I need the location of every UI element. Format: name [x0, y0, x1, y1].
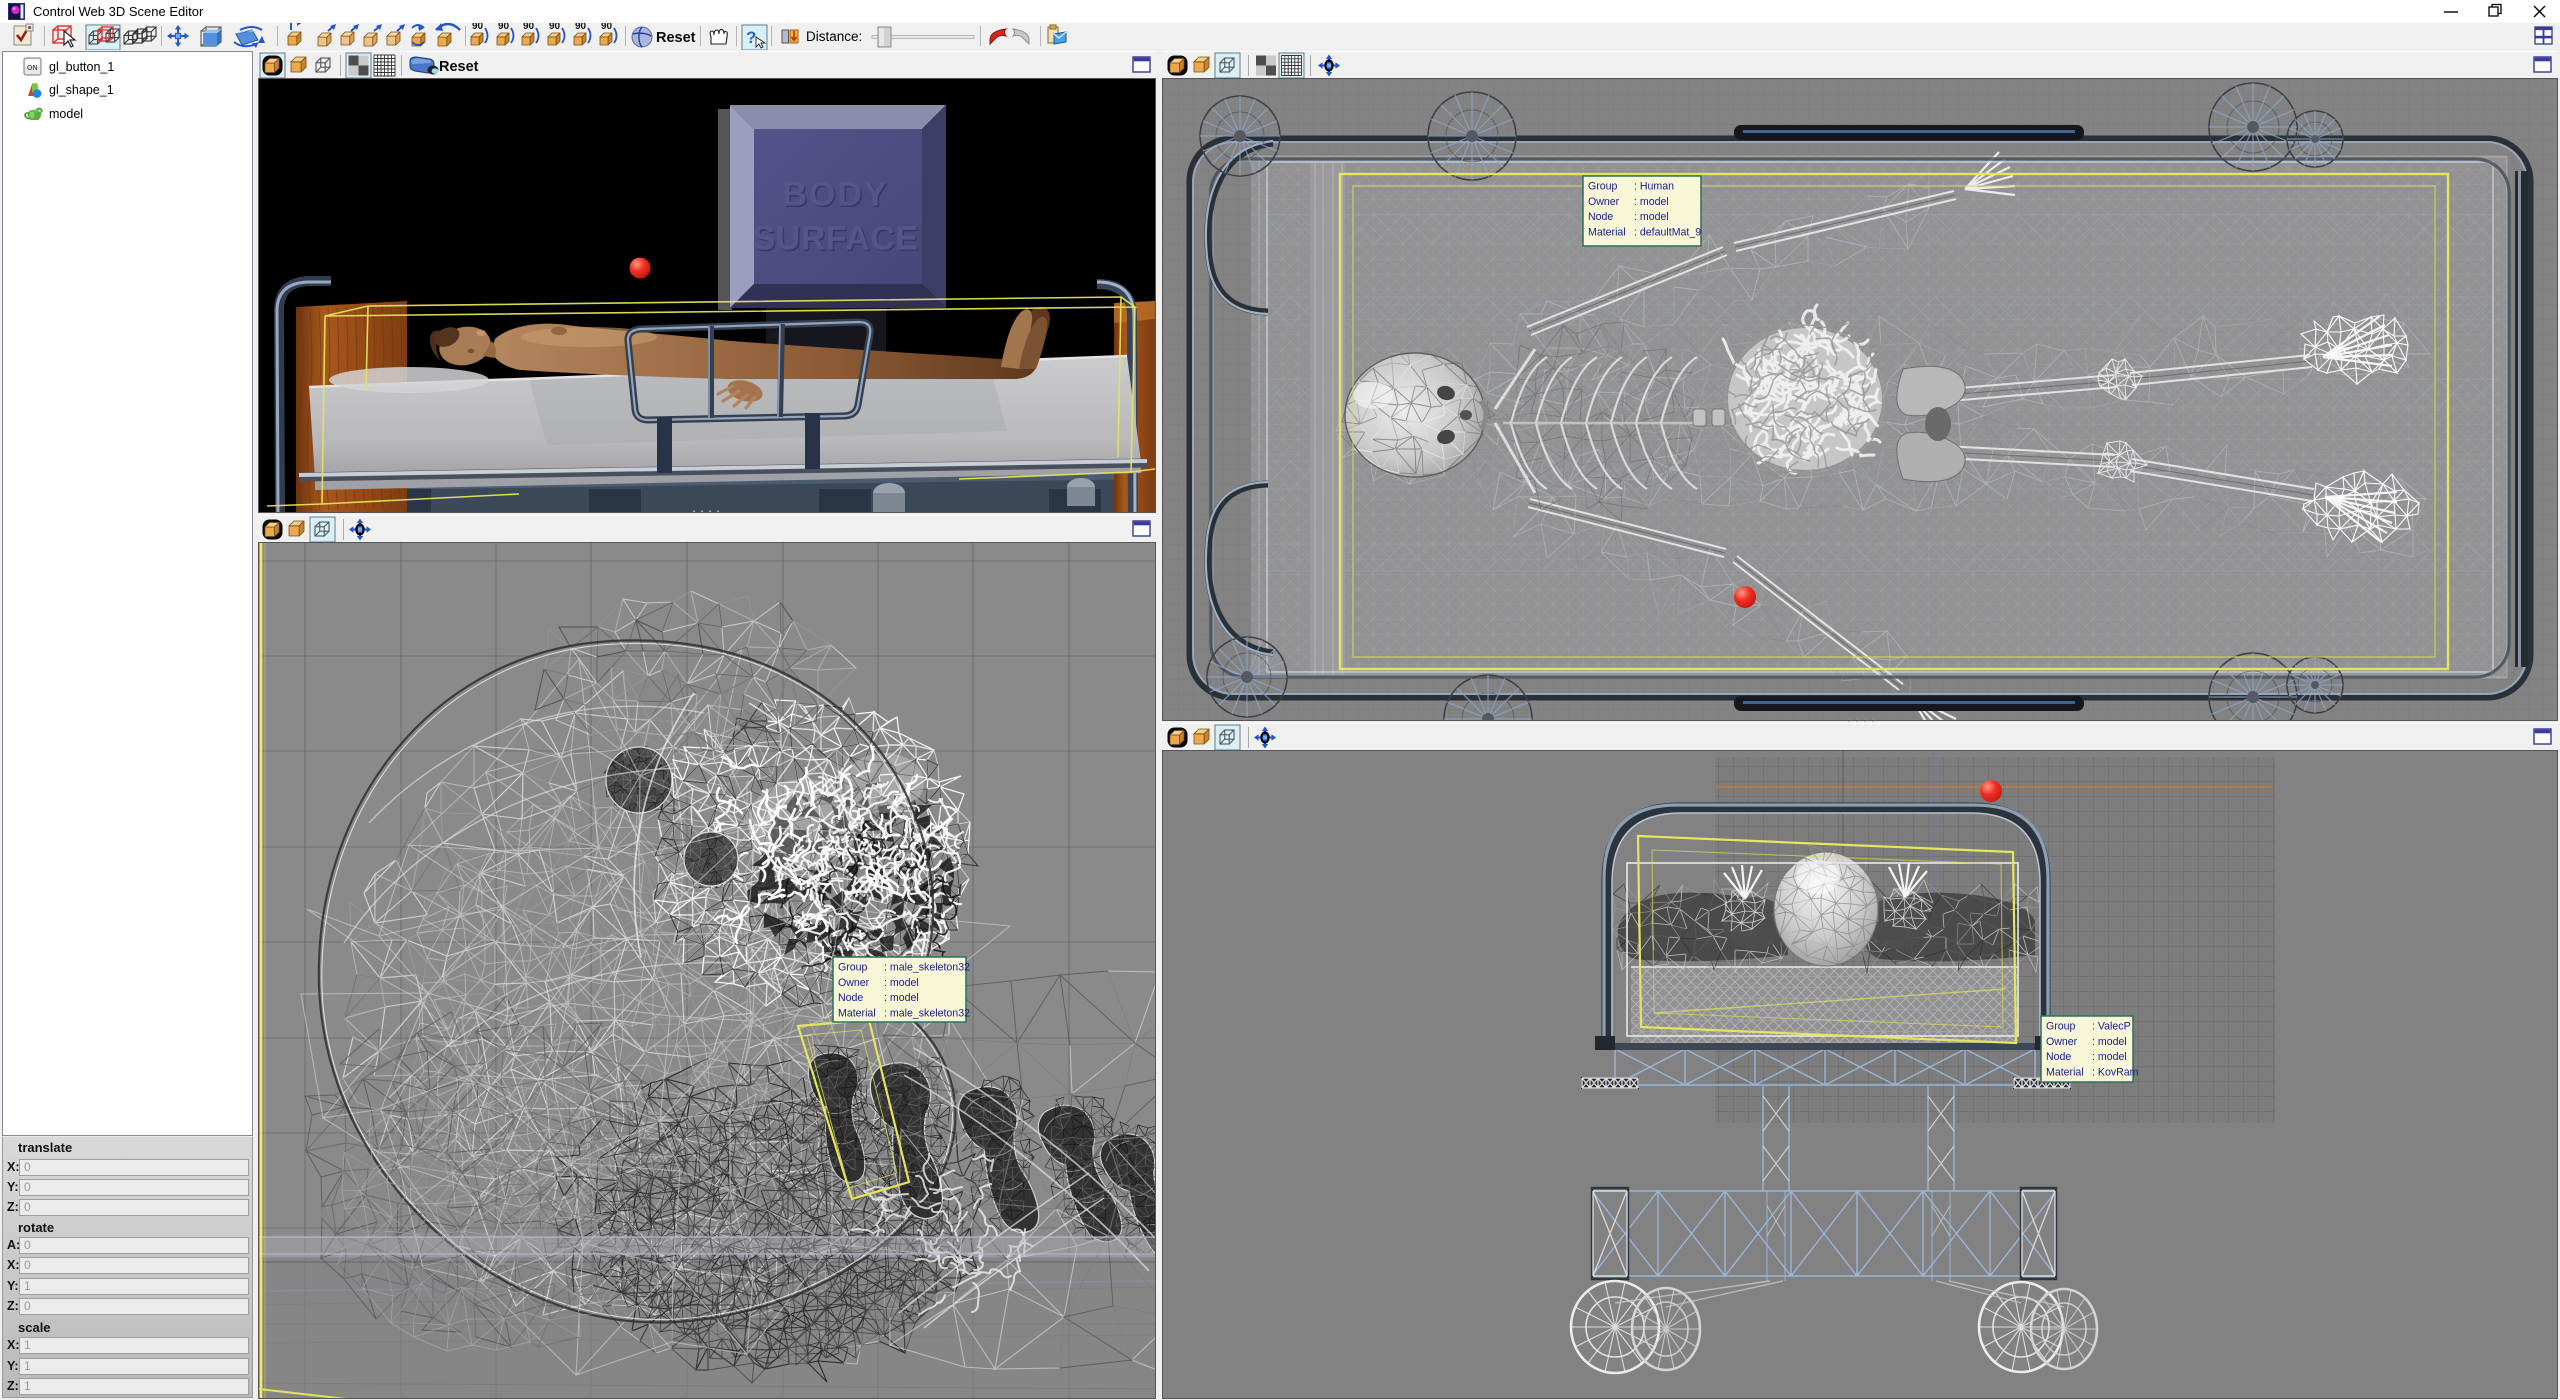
svg-text:Material: Material [1588, 226, 1626, 238]
svg-text:: model: : model [1634, 196, 1669, 208]
svg-text:90: 90 [575, 23, 587, 32]
svg-text:: Human: : Human [1634, 181, 1674, 193]
svg-text:Reset: Reset [656, 30, 696, 46]
svg-text:Owner: Owner [1588, 196, 1620, 208]
svg-text:Owner: Owner [838, 977, 870, 989]
svg-text:Material: Material [2046, 1066, 2084, 1078]
svg-text:: ValecP: : ValecP [2092, 1021, 2131, 1033]
svg-text:ON: ON [27, 65, 38, 72]
svg-text:90: 90 [472, 23, 484, 32]
svg-text:Material: Material [838, 1007, 876, 1019]
svg-text:Reset: Reset [439, 59, 479, 75]
svg-text:: model: : model [1634, 211, 1669, 223]
svg-text:Group: Group [2046, 1021, 2076, 1033]
svg-text:: male_skeleton32: : male_skeleton32 [884, 1007, 970, 1019]
svg-text:90: 90 [549, 23, 561, 32]
svg-text:SURFACE: SURFACE [753, 220, 919, 258]
svg-text:: model: : model [884, 977, 919, 989]
svg-text:: defaultMat_9: : defaultMat_9 [1634, 226, 1701, 238]
svg-text:Node: Node [1588, 211, 1613, 223]
svg-text:: male_skeleton32: : male_skeleton32 [884, 962, 970, 974]
svg-text:: model: : model [2092, 1051, 2127, 1063]
svg-text:90: 90 [498, 23, 510, 32]
svg-text:Distance:: Distance: [806, 29, 862, 44]
svg-text:90: 90 [601, 23, 613, 32]
svg-text:: KovRam: : KovRam [2092, 1066, 2139, 1078]
svg-text:: model: : model [884, 992, 919, 1004]
svg-text:BODY: BODY [782, 176, 888, 214]
svg-text:Group: Group [838, 962, 868, 974]
svg-text:Node: Node [838, 992, 863, 1004]
svg-text:?: ? [746, 28, 756, 47]
svg-text:: model: : model [2092, 1036, 2127, 1048]
svg-text:Node: Node [2046, 1051, 2071, 1063]
svg-text:Owner: Owner [2046, 1036, 2078, 1048]
svg-text:Group: Group [1588, 181, 1618, 193]
svg-text:90: 90 [523, 23, 535, 32]
